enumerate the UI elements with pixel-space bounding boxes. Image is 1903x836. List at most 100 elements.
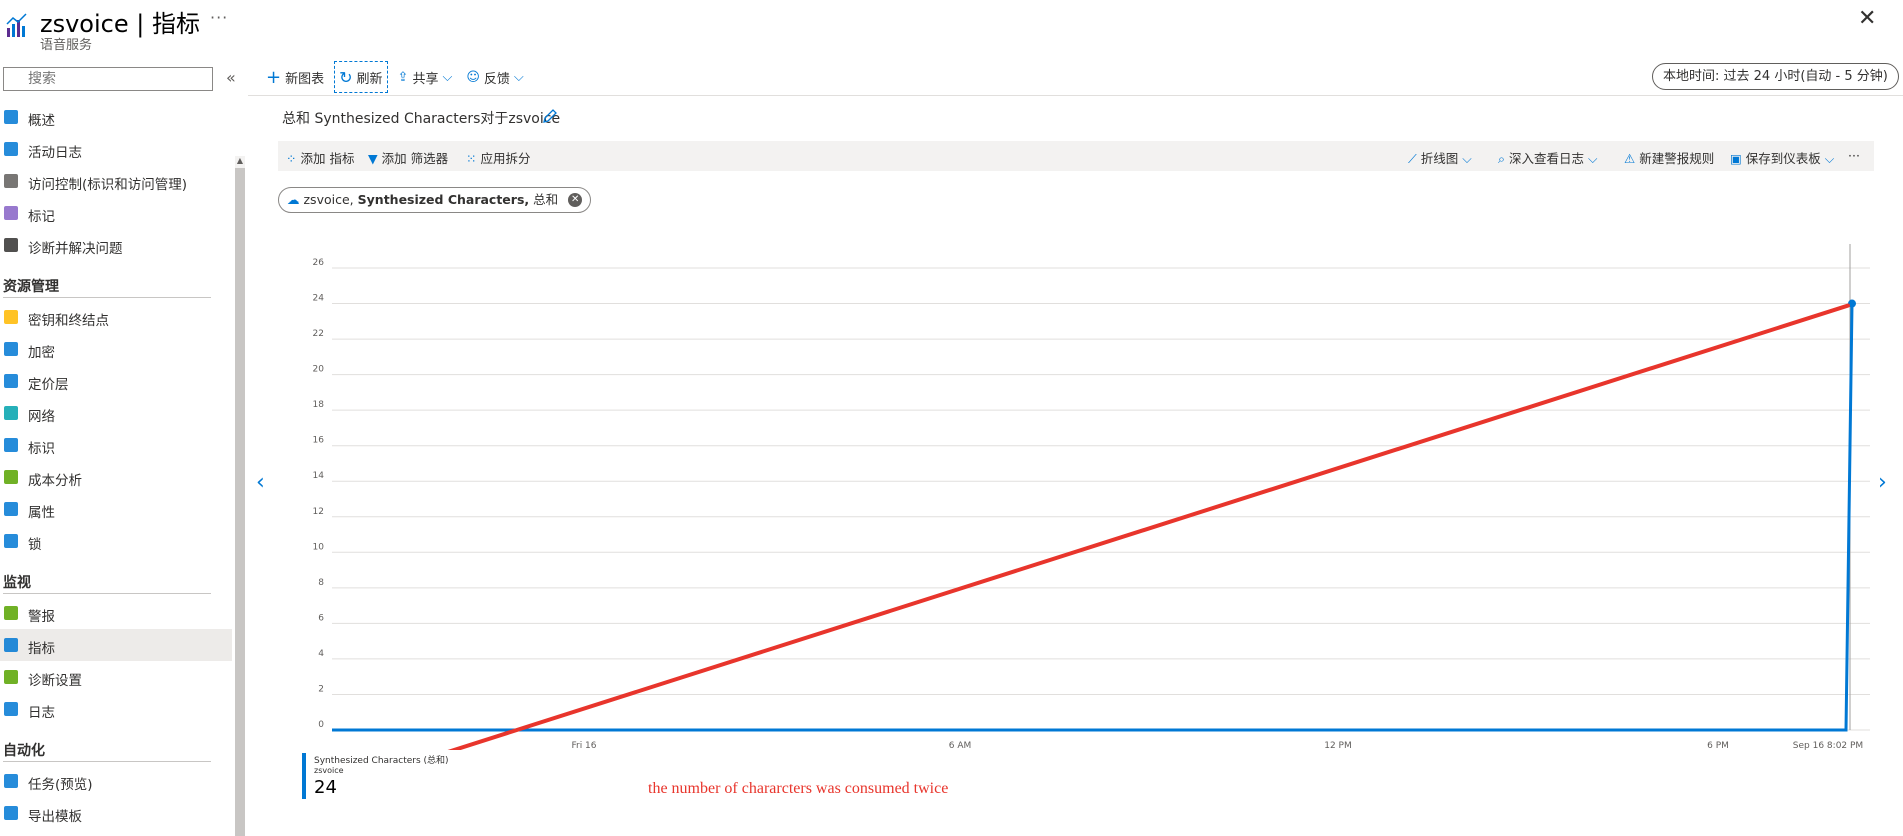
refresh-button[interactable]: ↻ 刷新 [334, 61, 388, 93]
share-icon: ⇪ [397, 69, 409, 85]
x-tick-label: 12 PM [1324, 741, 1352, 750]
sidebar-item[interactable]: 成本分析 [0, 461, 232, 493]
y-tick-label: 20 [313, 365, 325, 375]
divider [3, 761, 211, 762]
chevron-right-icon[interactable]: › [1878, 470, 1887, 495]
sidebar-item-label: 锁 [28, 537, 42, 553]
y-tick-label: 8 [318, 578, 324, 588]
x-tick-label: Sep 16 8:02 PM [1793, 741, 1863, 750]
sidebar: « 概述活动日志访问控制(标识和访问管理) 标记诊断并解决问题资源管理密钥和终结点… [0, 56, 248, 836]
cost-icon [4, 470, 18, 484]
scroll-up-icon[interactable]: ▲ [235, 156, 245, 168]
sidebar-item[interactable]: 诊断设置 [0, 661, 232, 693]
more-options-button[interactable]: ··· [210, 8, 228, 27]
sidebar-item[interactable]: 标识 [0, 429, 232, 461]
add-metric-icon: ⁘ [286, 151, 297, 166]
sidebar-item[interactable]: 访问控制(标识和访问管理) [0, 165, 232, 197]
collapse-sidebar-button[interactable]: « [226, 68, 236, 87]
tasks-icon [4, 774, 18, 788]
iam-icon [4, 174, 18, 188]
new-alert-rule-button[interactable]: ⚠ 新建警报规则 [1624, 148, 1714, 167]
sidebar-item[interactable]: 活动日志 [0, 133, 232, 165]
y-tick-label: 26 [313, 258, 325, 268]
divider [3, 297, 211, 298]
sidebar-item-label: 警报 [28, 609, 55, 625]
sidebar-item[interactable]: 概述 [0, 101, 232, 133]
chart-legend[interactable]: Synthesized Characters (总和) zsvoice 24 [302, 753, 462, 799]
sidebar-section-title: 自动化 [3, 743, 45, 759]
pill-metric: Synthesized Characters, [357, 192, 530, 207]
sidebar-item[interactable]: 标记 [0, 197, 232, 229]
network-icon [4, 406, 18, 420]
sidebar-scrollbar[interactable] [235, 156, 245, 836]
add-metric-button[interactable]: ⁘ 添加 指标 [286, 148, 354, 167]
search-input[interactable] [3, 67, 213, 91]
sidebar-item[interactable]: 诊断并解决问题 [0, 229, 232, 261]
properties-icon [4, 502, 18, 516]
drill-into-logs-dropdown[interactable]: ⌕ 深入查看日志 ⌵ [1498, 148, 1597, 167]
sidebar-item[interactable]: 属性 [0, 493, 232, 525]
chart-more-button[interactable]: ··· [1848, 148, 1860, 163]
pricing-icon [4, 374, 18, 388]
sidebar-item-label: 网络 [28, 409, 55, 425]
legend-value: 24 [314, 777, 337, 798]
sidebar-item[interactable]: 密钥和终结点 [0, 301, 232, 333]
feedback-button[interactable]: ☺ 反馈 ⌵ [462, 61, 527, 93]
x-tick-label: 6 AM [949, 741, 972, 750]
chevron-down-icon: ⌵ [1462, 151, 1472, 166]
save-to-dashboard-dropdown[interactable]: ▣ 保存到仪表板 ⌵ [1730, 148, 1834, 167]
pencil-icon[interactable] [542, 108, 558, 124]
logs-search-icon: ⌕ [1498, 151, 1506, 166]
legend-series-name: Synthesized Characters (总和) [314, 756, 449, 766]
chevron-left-icon[interactable]: ‹ [256, 470, 265, 495]
save-icon: ▣ [1730, 151, 1742, 166]
line-chart-icon: ⟋ [1408, 151, 1417, 166]
sidebar-item[interactable]: 网络 [0, 397, 232, 429]
y-tick-label: 10 [313, 542, 325, 552]
sidebar-item-label: 成本分析 [28, 473, 82, 489]
sidebar-item[interactable]: 指标 [0, 629, 232, 661]
page-subtitle: 语音服务 [40, 38, 93, 53]
divider [3, 593, 211, 594]
share-button[interactable]: ⇪ 共享 ⌵ [394, 61, 457, 93]
sidebar-item[interactable]: 日志 [0, 693, 232, 725]
pill-resource: zsvoice, [303, 192, 354, 207]
tag-icon [4, 206, 18, 220]
sidebar-item-label: 加密 [28, 345, 55, 361]
y-tick-label: 24 [313, 294, 325, 304]
y-tick-label: 14 [313, 471, 325, 481]
time-range-picker[interactable]: 本地时间: 过去 24 小时(自动 - 5 分钟) [1652, 63, 1899, 90]
sidebar-section: 监视 [0, 557, 232, 597]
close-button[interactable]: ✕ [1858, 6, 1876, 31]
y-tick-label: 2 [318, 684, 324, 694]
sidebar-item[interactable]: 加密 [0, 333, 232, 365]
chart-title[interactable]: 总和 Synthesized Characters对于zsvoice [282, 108, 560, 128]
sidebar-item-label: 属性 [28, 505, 55, 521]
sidebar-item-label: 活动日志 [28, 145, 82, 161]
y-tick-label: 22 [313, 329, 324, 339]
cloud-icon: ☁ [287, 192, 300, 207]
add-filter-button[interactable]: ▼ 添加 筛选器 [368, 148, 448, 167]
plus-icon: + [266, 66, 282, 88]
legend-resource: zsvoice [314, 766, 344, 775]
metric-chart: 02468101214161820222426Fri 16 6 AM 12 PM 6 … [313, 244, 1870, 750]
y-tick-label: 0 [318, 720, 324, 730]
metrics-logo-icon [6, 13, 27, 37]
chevron-down-icon: ⌵ [513, 69, 524, 85]
line-chart-dropdown[interactable]: ⟋ 折线图 ⌵ [1408, 148, 1472, 167]
metric-pill[interactable]: ☁ zsvoice, Synthesized Characters, 总和 ✕ [278, 187, 592, 213]
sidebar-item[interactable]: 警报 [0, 597, 232, 629]
alert-icon [4, 606, 18, 620]
sidebar-item-label: 概述 [28, 113, 55, 129]
remove-metric-icon[interactable]: ✕ [568, 193, 583, 207]
smiley-icon: ☺ [466, 69, 480, 85]
chart-toolbar: ⁘ 添加 指标 ▼ 添加 筛选器 ⁙ 应用拆分 ⟋ 折线图 ⌵ ⌕ 深入查看日志… [278, 141, 1874, 171]
sidebar-item[interactable]: 锁 [0, 525, 232, 557]
logs-icon [4, 702, 18, 716]
apply-split-button[interactable]: ⁙ 应用拆分 [466, 148, 530, 167]
sidebar-item[interactable]: 任务(预览) [0, 765, 232, 797]
sidebar-item-label: 诊断设置 [28, 673, 82, 689]
sidebar-item[interactable]: 导出模板 [0, 797, 232, 829]
sidebar-item[interactable]: 定价层 [0, 365, 232, 397]
new-chart-button[interactable]: + 新图表 [262, 61, 328, 93]
